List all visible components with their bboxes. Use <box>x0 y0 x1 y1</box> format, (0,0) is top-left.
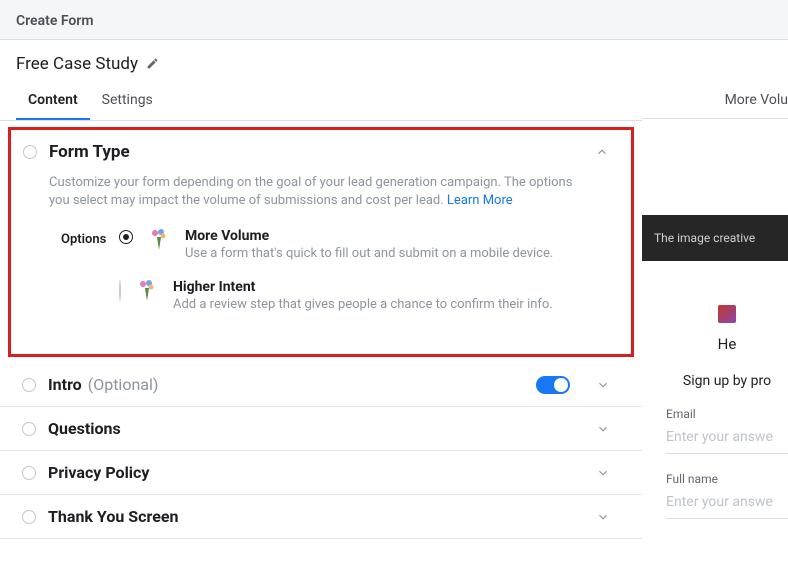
privacy-label: Privacy Policy <box>48 463 586 482</box>
edit-icon[interactable] <box>146 55 159 74</box>
chevron-down-icon[interactable] <box>586 422 620 436</box>
email-label: Email <box>666 407 788 421</box>
full-name-field[interactable]: Enter your answe <box>666 494 788 519</box>
section-thank-you[interactable]: Thank You Screen <box>0 495 642 539</box>
chevron-down-icon[interactable] <box>586 510 620 524</box>
learn-more-link[interactable]: Learn More <box>447 193 513 208</box>
section-radio-icon <box>23 145 37 159</box>
tabs: Content Settings <box>0 82 642 121</box>
preview-tab-more-volume[interactable]: More Volu <box>725 92 788 108</box>
dialog-header: Create Form <box>0 0 788 40</box>
chevron-down-icon[interactable] <box>586 378 620 392</box>
section-radio-icon <box>22 466 36 480</box>
full-name-label: Full name <box>666 472 788 486</box>
avatar <box>718 305 736 323</box>
radio-unselected-icon[interactable] <box>119 280 121 301</box>
bouquet-icon <box>149 228 177 256</box>
preview-panel: More Volu The image creative He Sign up … <box>642 82 788 537</box>
email-field[interactable]: Enter your answe <box>666 429 788 454</box>
option-title: More Volume <box>185 228 619 244</box>
bouquet-icon <box>137 279 165 307</box>
questions-label: Questions <box>48 419 586 438</box>
option-more-volume[interactable]: Options More Volume Use a form that's qu… <box>49 228 619 261</box>
form-type-description: Customize your form depending on the goa… <box>49 174 585 210</box>
section-radio-icon <box>22 378 36 392</box>
options-label: Options <box>61 232 106 247</box>
form-type-section: Form Type Customize your form depending … <box>8 127 634 357</box>
section-questions[interactable]: Questions <box>0 407 642 451</box>
tab-settings[interactable]: Settings <box>90 82 165 120</box>
section-radio-icon <box>22 510 36 524</box>
section-privacy[interactable]: Privacy Policy <box>0 451 642 495</box>
section-radio-icon <box>22 422 36 436</box>
form-name: Free Case Study <box>16 54 138 74</box>
dialog-title: Create Form <box>16 13 94 29</box>
preview-card: He Sign up by pro Email Enter your answe… <box>642 291 788 519</box>
radio-selected-icon[interactable] <box>119 230 133 244</box>
preview-signup-text: Sign up by pro <box>666 373 788 389</box>
option-title: Higher Intent <box>173 279 619 295</box>
intro-label: Intro <box>48 375 82 394</box>
option-higher-intent[interactable]: Higher Intent Add a review step that giv… <box>49 279 619 312</box>
form-type-title: Form Type <box>49 142 585 162</box>
option-subtitle: Add a review step that gives people a ch… <box>173 297 619 312</box>
form-title-row: Free Case Study <box>0 40 788 82</box>
optional-label: (Optional) <box>88 375 159 394</box>
intro-toggle[interactable] <box>536 376 570 394</box>
image-creative-bar: The image creative <box>642 215 788 261</box>
option-subtitle: Use a form that's quick to fill out and … <box>185 246 619 261</box>
chevron-up-icon[interactable] <box>585 145 619 159</box>
tab-content[interactable]: Content <box>16 82 90 120</box>
thank-you-label: Thank You Screen <box>48 507 586 526</box>
chevron-down-icon[interactable] <box>586 466 620 480</box>
section-intro[interactable]: Intro (Optional) <box>0 363 642 407</box>
preview-headline: He <box>666 335 788 353</box>
